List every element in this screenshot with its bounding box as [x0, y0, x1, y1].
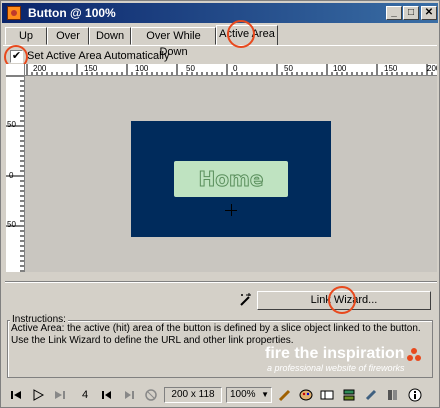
- ruler-label: 150: [84, 64, 98, 73]
- stop-icon[interactable]: [144, 388, 158, 402]
- ruler-label: 50: [7, 120, 16, 129]
- zoom-value: 100%: [230, 389, 256, 400]
- tab-up[interactable]: Up: [5, 27, 47, 45]
- tab-over[interactable]: Over: [47, 27, 89, 45]
- chevron-down-icon: ▼: [261, 390, 269, 399]
- divider: [5, 281, 437, 283]
- ruler-vertical[interactable]: 50 0 50: [6, 76, 25, 272]
- ruler-label: 200: [33, 64, 47, 73]
- tab-down[interactable]: Down: [89, 27, 131, 45]
- maximize-button[interactable]: □: [403, 6, 419, 20]
- last-frame-icon[interactable]: [53, 388, 67, 402]
- ruler-label: 100: [333, 64, 347, 73]
- ruler-label: 50: [186, 64, 195, 73]
- window-title: Button @ 100%: [28, 6, 116, 20]
- title-bar[interactable]: Button @ 100% _ □ ✕: [2, 3, 438, 23]
- next-frame-icon[interactable]: [122, 388, 136, 402]
- ruler-label: 50: [284, 64, 293, 73]
- library-icon[interactable]: [386, 388, 400, 402]
- close-button[interactable]: ✕: [421, 6, 437, 20]
- wrench-icon[interactable]: [364, 388, 378, 402]
- ruler-label: 0: [9, 171, 14, 180]
- ruler-label: 0: [233, 64, 238, 73]
- link-wizard-button[interactable]: Link Wizard...: [257, 291, 431, 310]
- brand-tagline: a professional website of fireworks: [267, 363, 405, 373]
- layers-icon[interactable]: [342, 388, 356, 402]
- info-icon[interactable]: [408, 388, 422, 402]
- button-canvas-area[interactable]: Home: [131, 121, 331, 237]
- active-area-checkbox-label: Set Active Area Automatically: [27, 50, 170, 62]
- current-frame: 4: [81, 389, 89, 401]
- document-canvas[interactable]: Home: [25, 76, 437, 272]
- palette-icon[interactable]: [299, 388, 313, 402]
- ruler-horizontal[interactable]: 200 150 100 50 0 50 100 150 200: [25, 64, 437, 76]
- previous-frame-icon[interactable]: [100, 388, 114, 402]
- tab-active-area[interactable]: Active Area: [216, 25, 278, 46]
- ruler-label: 50: [7, 220, 16, 229]
- ruler-label: 200: [427, 64, 437, 73]
- active-area-checkbox[interactable]: ✔: [10, 50, 23, 63]
- brand-watermark: fire the inspiration: [265, 345, 405, 362]
- crosshair-cursor-icon: [225, 210, 237, 211]
- minimize-button[interactable]: _: [386, 6, 402, 20]
- first-frame-icon[interactable]: [9, 388, 23, 402]
- ruler-label: 150: [384, 64, 398, 73]
- ruler-corner: [6, 64, 25, 76]
- home-button-graphic[interactable]: Home: [174, 161, 288, 197]
- instructions-text: Active Area: the active (hit) area of th…: [11, 323, 421, 346]
- play-icon[interactable]: [31, 388, 45, 402]
- status-bar: 4 200 x 118 100% ▼: [2, 383, 438, 407]
- magic-wand-icon: [240, 293, 251, 306]
- tab-over-while-down[interactable]: Over While Down: [131, 27, 216, 58]
- fireworks-app-icon[interactable]: [7, 6, 21, 20]
- pencil-icon[interactable]: [278, 388, 292, 402]
- frames-icon[interactable]: [320, 388, 334, 402]
- zoom-dropdown[interactable]: 100% ▼: [226, 387, 272, 403]
- document-window: Button @ 100% _ □ ✕ Up Over Down Over Wh…: [0, 0, 440, 408]
- ruler-label: 100: [135, 64, 149, 73]
- canvas-size-display: 200 x 118: [164, 387, 222, 403]
- brand-logo-icon: [407, 348, 421, 361]
- tab-divider: [3, 45, 437, 46]
